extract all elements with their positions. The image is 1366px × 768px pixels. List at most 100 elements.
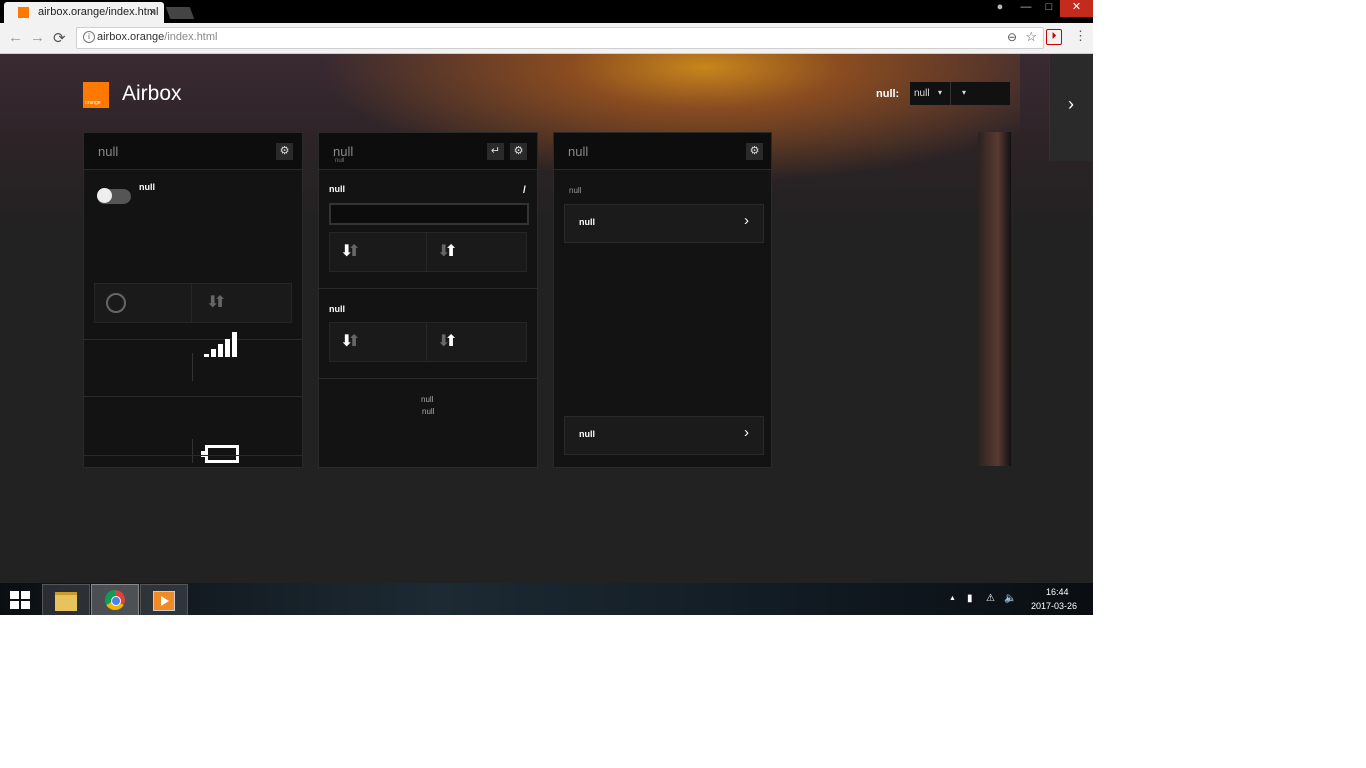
clock-date[interactable]: 2017-03-26 bbox=[1031, 601, 1077, 611]
profile-icon[interactable]: ● bbox=[994, 0, 1006, 17]
divider bbox=[84, 455, 302, 456]
windows-start-button[interactable] bbox=[10, 591, 30, 609]
minimize-button[interactable]: — bbox=[1014, 0, 1038, 17]
url-text: airbox.orange/index.html bbox=[97, 31, 217, 43]
wifi-warning-icon[interactable]: ⚠ bbox=[986, 593, 995, 604]
media-player-icon bbox=[153, 591, 175, 611]
list-item[interactable]: null › bbox=[564, 204, 764, 243]
signal-bar bbox=[232, 332, 237, 357]
card-connection: null ⚙ null ⬇⬆ bbox=[83, 132, 303, 468]
signal-bar bbox=[218, 344, 223, 357]
clock-time[interactable]: 16:44 bbox=[1046, 587, 1069, 597]
address-bar[interactable]: i airbox.orange/index.html ⊖ ☆ bbox=[76, 27, 1044, 49]
toggle-knob bbox=[97, 188, 112, 203]
data-transfer-button[interactable]: ⬇⬆ bbox=[192, 284, 291, 322]
gear-icon[interactable]: ⚙ bbox=[510, 143, 527, 160]
windows-taskbar: ▲ ▮ ⚠ 🔈 16:44 2017-03-26 bbox=[0, 583, 1093, 615]
site-info-icon[interactable]: i bbox=[83, 31, 95, 43]
divider bbox=[319, 288, 537, 289]
windows-logo-pane bbox=[10, 601, 19, 609]
taskbar-media-player[interactable] bbox=[140, 584, 188, 615]
folder-icon bbox=[55, 592, 77, 611]
transfer-up-icon: ⬇⬆ bbox=[437, 331, 458, 351]
usage-label: null bbox=[329, 184, 345, 194]
desktop-screen: airbox.orange/index.html × ● — □ ✕ ← → ⟳… bbox=[0, 0, 1093, 615]
chevron-right-icon: › bbox=[744, 424, 749, 441]
footer-line-1: null bbox=[421, 395, 434, 404]
connection-toggle[interactable] bbox=[97, 188, 131, 204]
extension-icon[interactable]: ⏵ bbox=[1046, 29, 1062, 45]
alarm-clock-icon bbox=[106, 293, 126, 313]
card-title: null bbox=[568, 144, 589, 159]
transfer-group-1: ⬇⬆ ⬇⬆ bbox=[329, 232, 527, 272]
orange-favicon-icon bbox=[18, 7, 29, 18]
transfer-down-icon: ⬇⬆ bbox=[340, 241, 361, 261]
bookmark-star-icon[interactable]: ☆ bbox=[1025, 29, 1037, 45]
card-caption: null bbox=[569, 186, 582, 195]
card-title: null bbox=[98, 144, 119, 159]
airbox-page: orange Airbox null: null ▾ ▾ › null ⚙ nu… bbox=[0, 54, 1093, 583]
volume-icon[interactable]: 🔈 bbox=[1004, 593, 1016, 604]
upload-stat: ⬇⬆ bbox=[427, 233, 526, 271]
reset-icon[interactable]: ↵ bbox=[487, 143, 504, 160]
taskbar-file-explorer[interactable] bbox=[42, 584, 90, 615]
signal-bar bbox=[204, 354, 209, 357]
zoom-icon[interactable]: ⊖ bbox=[1007, 30, 1017, 44]
list-item-label: null bbox=[579, 429, 595, 439]
usage-progress-bar bbox=[329, 203, 529, 225]
browser-menu-icon[interactable]: ⋮ bbox=[1074, 28, 1087, 44]
windows-logo-pane bbox=[21, 601, 30, 609]
signal-bar bbox=[225, 339, 230, 357]
alarm-button[interactable] bbox=[95, 284, 192, 322]
taskbar-chrome[interactable] bbox=[91, 584, 139, 615]
edit-icon[interactable]: / bbox=[523, 185, 526, 196]
transfer-up-icon: ⬇⬆ bbox=[437, 241, 458, 261]
divider bbox=[84, 396, 302, 397]
url-path: /index.html bbox=[164, 31, 218, 43]
maximize-button[interactable]: □ bbox=[1038, 0, 1060, 17]
divider bbox=[192, 439, 193, 463]
download-stat: ⬇⬆ bbox=[330, 323, 427, 361]
card-title: null bbox=[333, 144, 354, 159]
gear-icon[interactable]: ⚙ bbox=[746, 143, 763, 160]
browser-tab[interactable]: airbox.orange/index.html × bbox=[4, 2, 164, 23]
list-item[interactable]: null › bbox=[564, 416, 764, 455]
download-stat: ⬇⬆ bbox=[330, 233, 427, 271]
upload-stat: ⬇⬆ bbox=[427, 323, 526, 361]
chevron-down-icon[interactable]: ▾ bbox=[938, 88, 942, 97]
tab-title: airbox.orange/index.html bbox=[38, 6, 159, 18]
language-label: null: bbox=[876, 88, 900, 100]
divider bbox=[319, 378, 537, 379]
card-header: null ⚙ bbox=[84, 133, 302, 170]
window-close-button[interactable]: ✕ bbox=[1060, 0, 1093, 17]
select-divider bbox=[950, 82, 951, 105]
transfer-arrows-icon: ⬇⬆ bbox=[206, 292, 227, 312]
reload-icon[interactable]: ⟳ bbox=[53, 29, 66, 47]
new-tab-button[interactable] bbox=[165, 7, 195, 19]
app-title: Airbox bbox=[122, 82, 182, 105]
chevron-down-icon[interactable]: ▾ bbox=[962, 88, 966, 97]
forward-icon[interactable]: → bbox=[30, 29, 45, 46]
browser-tab-strip: airbox.orange/index.html × ● — □ ✕ bbox=[0, 0, 1093, 23]
card-messages: null ⚙ null null › null › bbox=[553, 132, 772, 468]
chevron-right-icon: › bbox=[744, 212, 749, 229]
card-data-usage: null null ↵ ⚙ null / ⬇⬆ ⬇⬆ null ⬇⬆ ⬇⬆ nu… bbox=[318, 132, 538, 468]
language-select[interactable]: null ▾ ▾ bbox=[910, 82, 1010, 105]
transfer-group-2: ⬇⬆ ⬇⬆ bbox=[329, 322, 527, 362]
network-icon[interactable]: ▮ bbox=[967, 593, 973, 604]
tab-close-icon[interactable]: × bbox=[149, 5, 156, 19]
card-subtitle: null bbox=[335, 158, 345, 164]
next-panel-button[interactable]: › bbox=[1049, 54, 1093, 161]
back-icon[interactable]: ← bbox=[8, 29, 23, 46]
select-value: null bbox=[914, 88, 930, 99]
card-header: null ⚙ bbox=[554, 133, 771, 170]
up-arrow: ⬆ bbox=[444, 243, 458, 260]
windows-logo-pane bbox=[10, 591, 19, 599]
windows-logo-pane bbox=[21, 591, 30, 599]
tray-expand-icon[interactable]: ▲ bbox=[949, 595, 956, 602]
signal-bar bbox=[211, 349, 216, 357]
list-item-label: null bbox=[579, 217, 595, 227]
up-arrow: ⬆ bbox=[347, 333, 361, 350]
gear-icon[interactable]: ⚙ bbox=[276, 143, 293, 160]
up-arrow: ⬆ bbox=[347, 243, 361, 260]
